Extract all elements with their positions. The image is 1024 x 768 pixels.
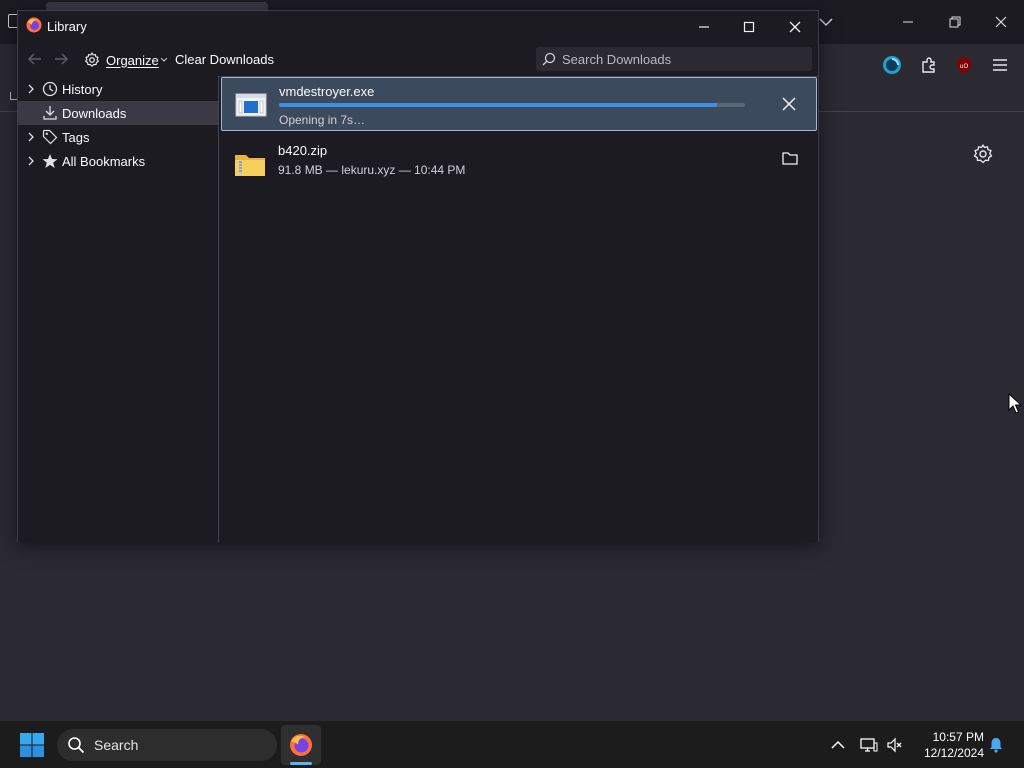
close-icon [782,97,796,111]
sidebar-item-tags[interactable]: Tags [18,125,218,149]
taskbar-search[interactable]: Search [57,729,277,761]
library-maximize-button[interactable] [734,15,764,39]
notifications-button[interactable] [986,735,1006,755]
sidebar-item-label: Downloads [62,105,127,121]
browser-restore-button[interactable] [941,10,969,34]
search-icon [68,737,85,754]
executable-icon [235,93,267,117]
sidebar-item-label: Tags [62,129,90,145]
downloads-list: vmdestroyer.exe Opening in 7s… b420.zip … [218,76,818,542]
library-window: Library Organize Clear Downloads Search … [17,10,819,542]
sidebar-item-history[interactable]: History [18,77,218,101]
organize-button[interactable]: Organize [84,50,167,70]
maximize-icon [743,21,755,33]
clock-date: 12/12/2024 [923,746,984,760]
ublock-icon[interactable]: uO [953,54,975,76]
mouse-cursor-icon [1008,393,1022,414]
volume-muted-icon[interactable] [885,735,905,755]
browser-tab[interactable] [46,2,268,10]
settings-gear-icon[interactable] [972,143,994,165]
firefox-icon [290,734,312,756]
account-icon[interactable] [881,54,903,76]
download-filename: vmdestroyer.exe [279,84,375,99]
library-sidebar: History Downloads Tags All Bookmarks [18,76,218,542]
taskbar-search-label: Search [94,737,139,753]
gear-icon [85,52,99,67]
back-button[interactable] [26,50,44,68]
star-icon [42,154,58,168]
extensions-icon[interactable] [918,54,940,76]
system-clock[interactable]: 10:57 PM 12/12/2024 [912,729,984,761]
sidebar-item-label: History [62,81,103,97]
sidebar-item-downloads[interactable]: Downloads [18,101,218,125]
arrow-left-icon [27,53,41,65]
library-titlebar[interactable]: Library [18,11,818,43]
svg-text:uO: uO [960,63,969,70]
sidebar-item-label: All Bookmarks [62,153,146,169]
firefox-icon [26,17,42,33]
library-close-button[interactable] [780,15,810,39]
minimize-icon [699,26,709,28]
download-progress-fill [279,103,718,107]
download-icon [43,106,57,120]
library-toolbar: Organize Clear Downloads [18,43,818,76]
cancel-download-button[interactable] [778,93,800,115]
library-minimize-button[interactable] [689,15,719,39]
chevron-right-icon[interactable] [26,132,36,142]
clock-time: 10:57 PM [932,730,984,744]
zip-folder-icon [235,155,265,176]
download-filename: b420.zip [278,143,328,158]
tag-icon [42,129,58,145]
close-icon [789,21,801,33]
taskbar: Search 10:57 PM 12/12/2024 [0,720,1024,768]
tray-overflow-button[interactable] [828,735,848,755]
search-icon [542,52,556,66]
organize-label: Organize [106,52,159,68]
chevron-right-icon[interactable] [26,84,36,94]
browser-close-button[interactable] [987,10,1015,34]
taskbar-firefox-button[interactable] [281,725,321,765]
chevron-up-icon [831,740,845,749]
windows-start-icon[interactable] [19,732,45,758]
dropdown-arrow-icon [160,58,167,62]
clear-downloads-button[interactable]: Clear Downloads [175,52,274,67]
menu-icon[interactable] [989,54,1011,76]
folder-icon [782,152,798,165]
browser-minimize-button[interactable] [894,10,922,34]
minimize-icon [903,21,913,23]
search-downloads-box[interactable] [536,47,812,71]
clock-icon [42,81,58,97]
network-icon[interactable] [859,735,879,755]
close-icon [995,16,1007,28]
sidebar-item-all-bookmarks[interactable]: All Bookmarks [18,149,218,173]
bell-icon [990,738,1002,753]
show-in-folder-button[interactable] [779,147,801,169]
restore-icon [949,16,961,28]
download-status: Opening in 7s… [279,113,366,127]
download-details: 91.8 MB — lekuru.xyz — 10:44 PM [278,163,466,177]
download-item[interactable]: b420.zip 91.8 MB — lekuru.xyz — 10:44 PM [221,137,817,191]
download-item-active[interactable]: vmdestroyer.exe Opening in 7s… [221,77,817,131]
library-title: Library [47,19,87,34]
arrow-right-icon [55,53,69,65]
chevron-down-icon[interactable] [816,12,836,32]
download-progress-bar [279,103,745,107]
forward-button[interactable] [52,50,70,68]
chevron-right-icon[interactable] [26,156,36,166]
active-app-indicator [290,762,312,765]
search-downloads-input[interactable] [562,51,802,67]
